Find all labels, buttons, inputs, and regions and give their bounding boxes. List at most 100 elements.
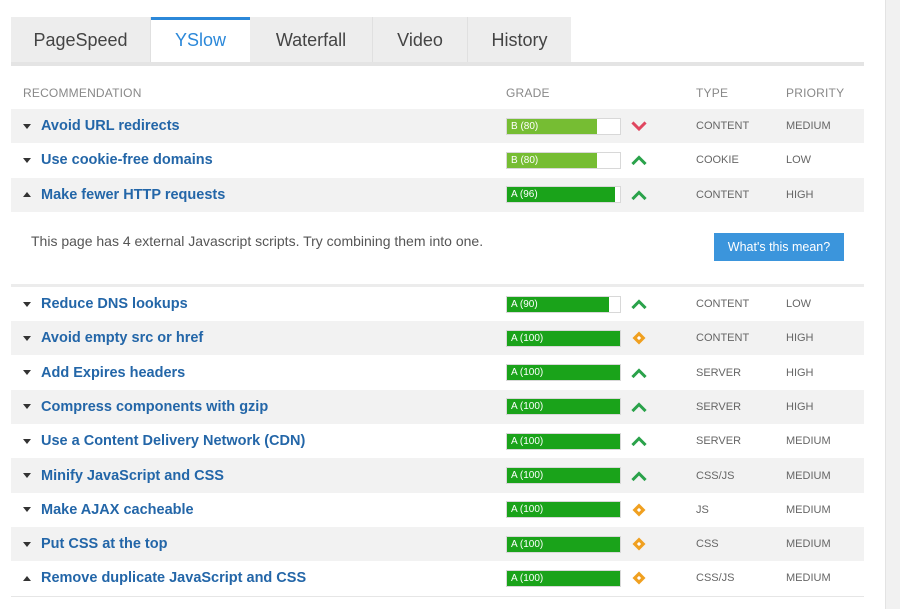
type-label: SERVER — [696, 435, 742, 448]
table-row[interactable]: Add Expires headers A (100) SERVER HIGH — [11, 355, 864, 390]
grade-bar: B (80) — [506, 151, 621, 169]
caret-up-icon[interactable] — [23, 192, 31, 198]
page-scrollbar[interactable] — [885, 0, 900, 609]
header-priority: PRIORITY — [786, 86, 845, 100]
trend-up-icon — [631, 468, 647, 484]
tab-waterfall[interactable]: Waterfall — [250, 17, 373, 63]
grade-fill: A (100) — [507, 365, 620, 381]
caret-down-icon[interactable] — [23, 404, 31, 410]
recommendation-name[interactable]: Reduce DNS lookups — [41, 296, 188, 312]
trend-up-icon — [631, 152, 647, 168]
caret-down-icon[interactable] — [23, 370, 31, 376]
priority-label: LOW — [786, 298, 812, 311]
priority-label: MEDIUM — [786, 503, 831, 516]
tabs-divider — [11, 62, 864, 66]
recommendation-name[interactable]: Make fewer HTTP requests — [41, 187, 225, 203]
recommendation-name[interactable]: Compress components with gzip — [41, 399, 268, 415]
detail-text: This page has 4 external Javascript scri… — [31, 232, 484, 249]
caret-down-icon[interactable] — [23, 157, 31, 163]
type-label: CSS/JS — [696, 572, 735, 585]
priority-label: HIGH — [786, 332, 814, 345]
table-row[interactable]: Remove duplicate JavaScript and CSS A (10… — [11, 561, 864, 596]
type-label: CONTENT — [696, 120, 750, 133]
table-header: RECOMMENDATION GRADE TYPE PRIORITY — [11, 77, 864, 109]
grade-fill: A (100) — [507, 468, 620, 484]
caret-down-icon[interactable] — [23, 438, 31, 444]
type-label: CSS/JS — [696, 469, 735, 482]
table-row[interactable]: Use a Content Delivery Network (CDN) A (1… — [11, 424, 864, 459]
header-grade: GRADE — [506, 86, 550, 100]
tab-label: Video — [397, 29, 443, 50]
caret-down-icon[interactable] — [23, 301, 31, 307]
table-row[interactable]: Compress components with gzip A (100) SERV… — [11, 389, 864, 425]
trend-up-icon — [631, 187, 647, 203]
recommendation-name[interactable]: Use a Content Delivery Network (CDN) — [41, 433, 305, 449]
recommendation-name[interactable]: Add Expires headers — [41, 365, 185, 381]
tab-pagespeed[interactable]: PageSpeed — [11, 17, 151, 63]
tab-label: YSlow — [174, 29, 227, 50]
recommendation-name[interactable]: Minify JavaScript and CSS — [41, 468, 224, 484]
tab-video[interactable]: Video — [373, 17, 468, 63]
grade-bar: A (100) — [506, 398, 621, 416]
caret-down-icon[interactable] — [23, 123, 31, 129]
recommendation-name[interactable]: Avoid URL redirects — [41, 118, 180, 134]
grade-bar: A (100) — [506, 535, 621, 553]
grade-fill: A (100) — [507, 433, 620, 449]
grade-fill: A (100) — [507, 536, 620, 552]
table-row[interactable]: Avoid empty src or href A (100) CONTENT HIG… — [11, 321, 864, 356]
trend-up-icon — [631, 399, 647, 415]
recommendation-name[interactable]: Make AJAX cacheable — [41, 502, 194, 518]
grade-bar: A (100) — [506, 569, 621, 587]
header-recommendation: RECOMMENDATION — [23, 86, 142, 100]
whats-this-mean-button[interactable]: What's this mean? — [714, 232, 844, 261]
trend-up-icon — [631, 433, 647, 449]
table-row[interactable]: Make AJAX cacheable A (100) JS MEDIUM — [11, 492, 864, 527]
trend-up-icon — [631, 296, 647, 312]
recommendation-name[interactable]: Put CSS at the top — [41, 536, 167, 552]
trend-same-icon — [631, 502, 647, 518]
priority-label: MEDIUM — [786, 572, 831, 585]
grade-bar: B (80) — [506, 117, 621, 135]
grade-fill: B (80) — [507, 152, 598, 168]
recommendation-name[interactable]: Remove duplicate JavaScript and CSS — [41, 570, 306, 586]
grade-bar: A (90) — [506, 295, 621, 313]
type-label: CONTENT — [696, 188, 750, 201]
table-row[interactable]: Put CSS at the top A (100) CSS MEDIUM — [11, 526, 864, 562]
recommendation-name[interactable]: Avoid empty src or href — [41, 330, 203, 346]
caret-down-icon[interactable] — [23, 507, 31, 513]
recommendation-name[interactable]: Use cookie-free domains — [41, 152, 213, 168]
priority-label: MEDIUM — [786, 538, 831, 551]
table-row[interactable]: Make fewer HTTP requests A (96) CONTENT HIG… — [11, 177, 864, 212]
type-label: JS — [696, 503, 709, 516]
caret-down-icon[interactable] — [23, 541, 31, 547]
caret-up-icon[interactable] — [23, 575, 31, 581]
caret-down-icon[interactable] — [23, 473, 31, 479]
recommendations-table: RECOMMENDATION GRADE TYPE PRIORITY Avoid… — [11, 77, 864, 596]
type-label: SERVER — [696, 400, 742, 413]
header-type: TYPE — [696, 86, 729, 100]
tab-yslow[interactable]: YSlow — [151, 17, 250, 63]
type-label: CONTENT — [696, 298, 750, 311]
priority-label: HIGH — [786, 400, 814, 413]
table-row[interactable]: Avoid URL redirects B (80) CONTENT MEDIUM — [11, 109, 864, 144]
trend-same-icon — [631, 330, 647, 346]
grade-fill: A (100) — [507, 330, 620, 346]
table-row[interactable]: Minify JavaScript and CSS A (100) CSS/JS ME… — [11, 458, 864, 493]
grade-fill: A (90) — [507, 296, 609, 312]
trend-same-icon — [631, 570, 647, 586]
priority-label: HIGH — [786, 366, 814, 379]
type-label: CSS — [696, 538, 719, 551]
table-row[interactable]: Use cookie-free domains B (80) COOKIE LOW — [11, 143, 864, 178]
grade-fill: A (100) — [507, 502, 620, 518]
type-label: COOKIE — [696, 154, 739, 167]
tab-history[interactable]: History — [468, 17, 571, 63]
grade-fill: A (100) — [507, 399, 620, 415]
type-label: CONTENT — [696, 332, 750, 345]
priority-label: MEDIUM — [786, 120, 831, 133]
caret-down-icon[interactable] — [23, 335, 31, 341]
grade-bar: A (100) — [506, 501, 621, 519]
recommendation-detail: This page has 4 external Javascript scri… — [11, 211, 864, 287]
grade-bar: A (100) — [506, 364, 621, 382]
grade-bar: A (100) — [506, 467, 621, 485]
table-row[interactable]: Reduce DNS lookups A (90) CONTENT LOW — [11, 286, 864, 322]
